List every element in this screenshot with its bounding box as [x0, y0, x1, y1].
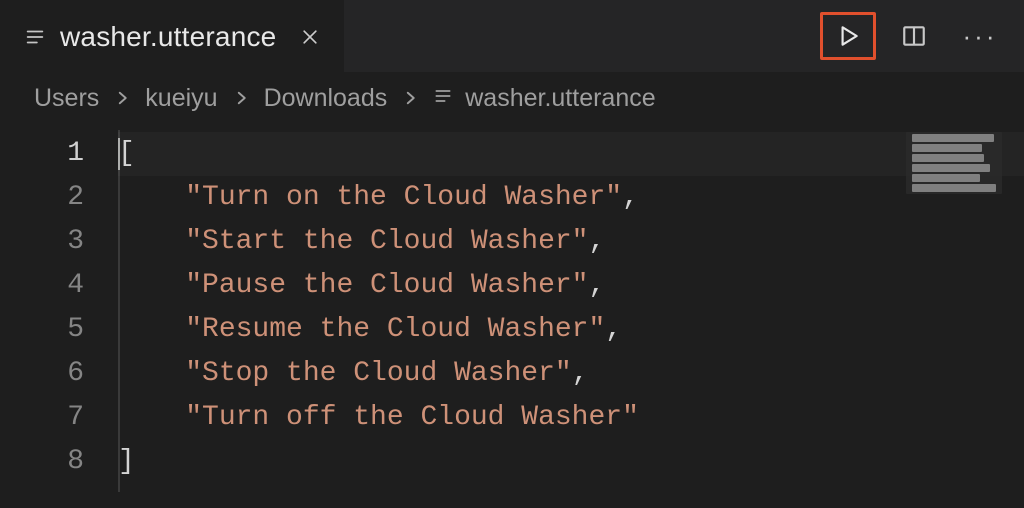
breadcrumb-filename: washer.utterance: [465, 84, 655, 113]
line-number: 2: [0, 176, 118, 220]
editor[interactable]: 12345678 [ "Turn on the Cloud Washer", "…: [0, 124, 1024, 508]
code-line[interactable]: "Resume the Cloud Washer",: [118, 308, 1024, 352]
chevron-right-icon: [107, 89, 137, 107]
breadcrumb-file[interactable]: washer.utterance: [433, 84, 655, 113]
tab-bar: washer.utterance ···: [0, 0, 1024, 72]
line-number: 6: [0, 352, 118, 396]
split-editor-button[interactable]: [886, 12, 942, 60]
code-line[interactable]: [: [118, 132, 1024, 176]
more-actions-button[interactable]: ···: [952, 12, 1008, 60]
tab-title: washer.utterance: [60, 21, 276, 53]
ellipsis-icon: ···: [963, 23, 998, 49]
line-number: 5: [0, 308, 118, 352]
code-area[interactable]: [ "Turn on the Cloud Washer", "Start the…: [118, 124, 1024, 508]
line-number: 4: [0, 264, 118, 308]
tab-active[interactable]: washer.utterance: [0, 0, 344, 72]
file-lines-icon: [433, 84, 453, 113]
line-number: 7: [0, 396, 118, 440]
chevron-right-icon: [226, 89, 256, 107]
minimap[interactable]: [906, 132, 1002, 194]
code-line[interactable]: ]: [118, 440, 1024, 484]
gutter: 12345678: [0, 124, 118, 508]
code-line[interactable]: "Turn off the Cloud Washer": [118, 396, 1024, 440]
text-cursor: [118, 138, 120, 170]
file-lines-icon: [24, 26, 46, 48]
code-line[interactable]: "Turn on the Cloud Washer",: [118, 176, 1024, 220]
code-line[interactable]: "Start the Cloud Washer",: [118, 220, 1024, 264]
line-number: 3: [0, 220, 118, 264]
breadcrumb-segment[interactable]: Users: [34, 84, 99, 113]
tab-close-button[interactable]: [296, 23, 324, 51]
line-number: 1: [0, 132, 118, 176]
tab-actions: ···: [820, 0, 1008, 72]
breadcrumb-segment[interactable]: Downloads: [264, 84, 388, 113]
line-number: 8: [0, 440, 118, 484]
breadcrumb[interactable]: Users kueiyu Downloads washer.utterance: [0, 72, 1024, 124]
run-button[interactable]: [820, 12, 876, 60]
code-line[interactable]: "Stop the Cloud Washer",: [118, 352, 1024, 396]
code-line[interactable]: "Pause the Cloud Washer",: [118, 264, 1024, 308]
chevron-right-icon: [395, 89, 425, 107]
breadcrumb-segment[interactable]: kueiyu: [145, 84, 217, 113]
